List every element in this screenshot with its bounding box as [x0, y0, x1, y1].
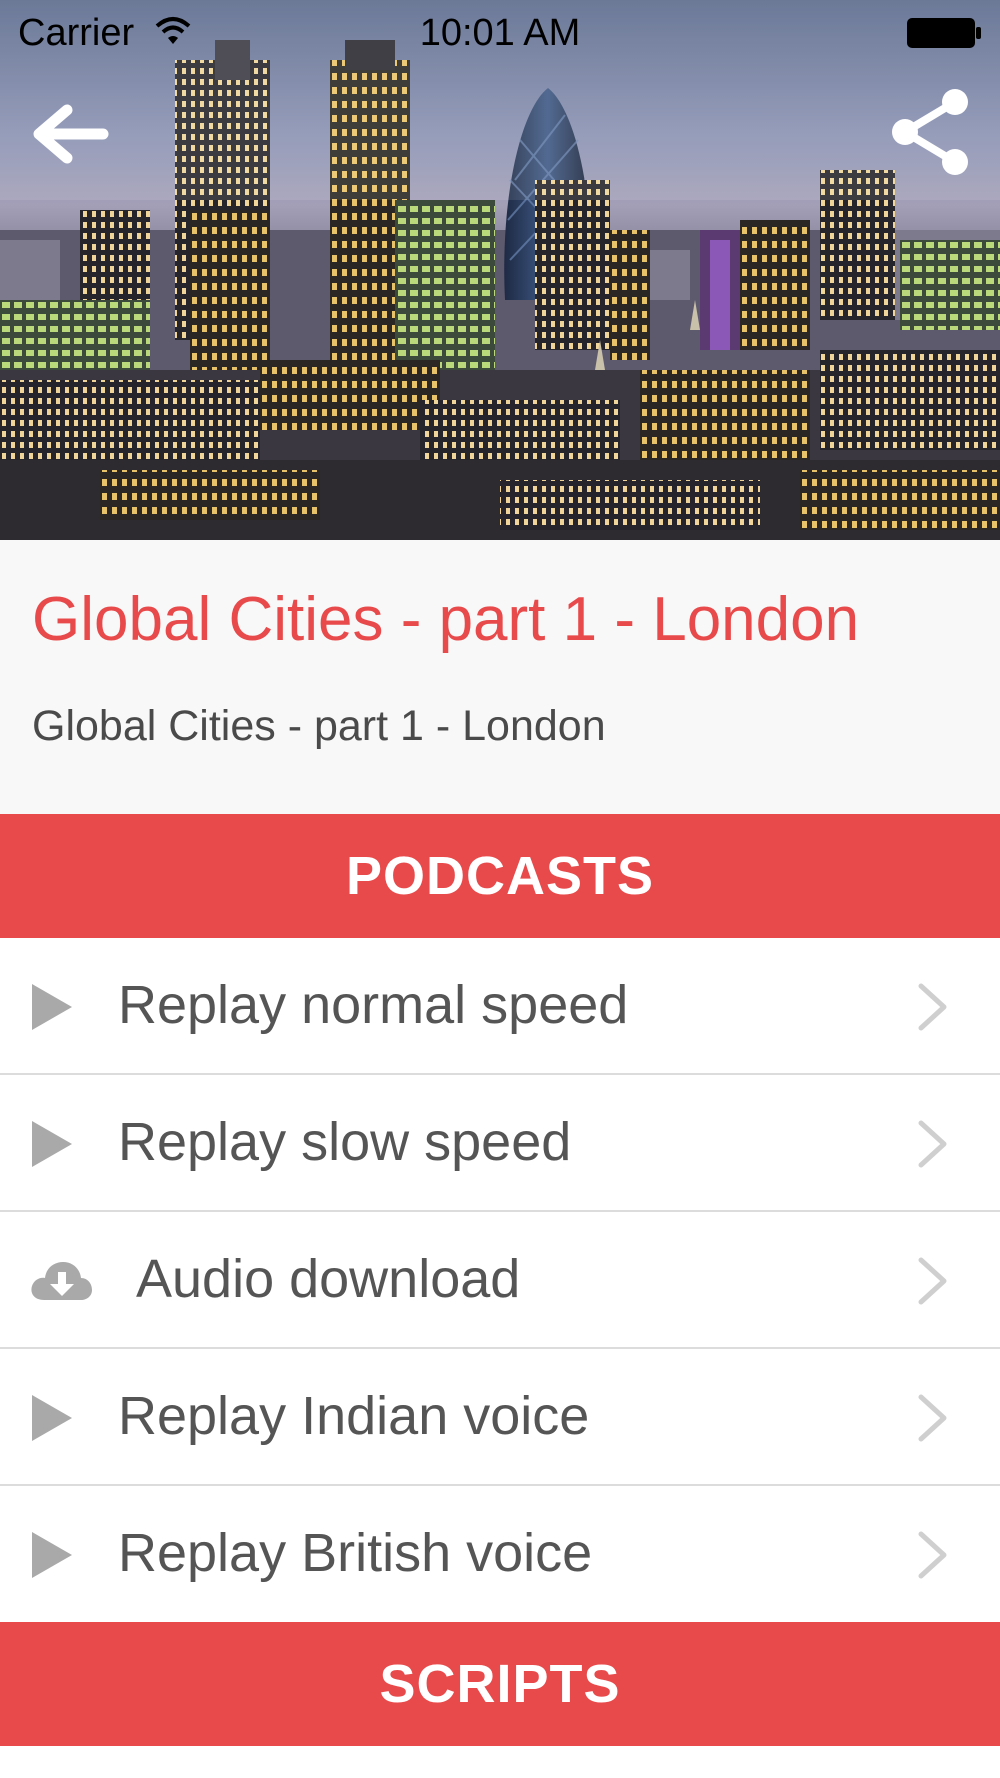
play-icon — [32, 984, 72, 1030]
bottom-strip — [0, 1746, 1000, 1778]
status-time: 10:01 AM — [419, 12, 581, 54]
battery-icon — [907, 18, 981, 48]
chevron-right-icon — [918, 1257, 947, 1305]
list-item-label: Replay normal speed — [118, 975, 629, 1035]
screen: Carrier 10:01 AM Global Cities - part 1 … — [0, 0, 1000, 1778]
chevron-right-icon — [918, 1120, 947, 1168]
play-icon — [32, 1532, 72, 1578]
share-icon — [892, 89, 968, 175]
list-item-label: Replay British voice — [118, 1523, 593, 1583]
play-icon — [32, 1395, 72, 1441]
page-subtitle: Global Cities - part 1 - London — [32, 702, 606, 750]
list-item-label: Replay Indian voice — [118, 1386, 590, 1446]
back-button[interactable] — [28, 92, 112, 176]
page-title: Global Cities - part 1 - London — [32, 585, 860, 654]
back-arrow-icon — [33, 104, 109, 164]
status-bar: Carrier 10:01 AM — [0, 0, 1000, 66]
list-item-replay-british-voice[interactable]: Replay British voice — [0, 1486, 1000, 1623]
list-item-label: Replay slow speed — [118, 1112, 572, 1172]
play-icon — [32, 1121, 72, 1167]
hero-image — [0, 0, 1000, 540]
section-header-scripts[interactable]: SCRIPTS — [0, 1622, 1000, 1746]
section-header-podcasts: PODCASTS — [0, 814, 1000, 938]
list-item-replay-indian-voice[interactable]: Replay Indian voice — [0, 1349, 1000, 1486]
chevron-right-icon — [918, 1531, 947, 1579]
chevron-right-icon — [918, 983, 947, 1031]
share-button[interactable] — [880, 82, 980, 182]
cloud-download-icon — [31, 1262, 93, 1300]
podcast-list: Replay normal speed Replay slow speed Au… — [0, 938, 1000, 1623]
list-item-replay-slow-speed[interactable]: Replay slow speed — [0, 1075, 1000, 1212]
list-item-label: Audio download — [136, 1249, 521, 1309]
list-item-replay-normal-speed[interactable]: Replay normal speed — [0, 938, 1000, 1075]
chevron-right-icon — [918, 1394, 947, 1442]
title-block: Global Cities - part 1 - London Global C… — [0, 540, 1000, 814]
list-item-audio-download[interactable]: Audio download — [0, 1212, 1000, 1349]
